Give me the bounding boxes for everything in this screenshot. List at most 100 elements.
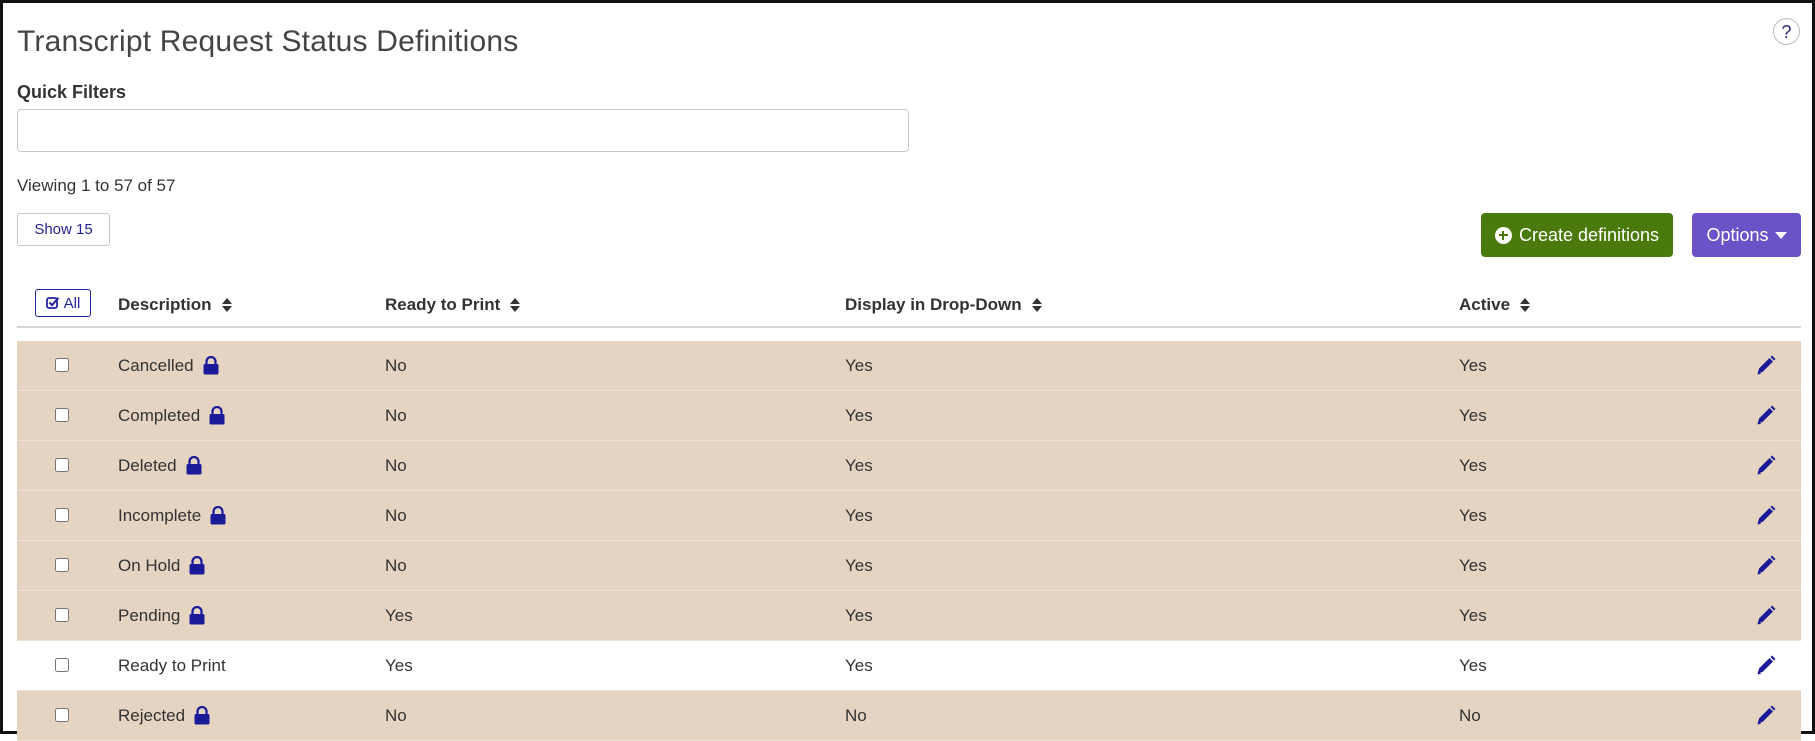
sort-icon — [1520, 297, 1531, 312]
column-header-description[interactable]: Description — [118, 283, 232, 326]
lock-icon — [185, 455, 203, 475]
quick-filters-input[interactable] — [17, 109, 909, 152]
description-text: Completed — [118, 405, 201, 425]
table-row: Pending Yes Yes Yes — [17, 591, 1801, 641]
cell-description: Pending — [118, 591, 206, 640]
cell-display-in-dropdown: Yes — [845, 405, 873, 425]
cell-active: Yes — [1459, 405, 1487, 425]
select-all-label: All — [63, 294, 81, 312]
row-checkbox[interactable] — [55, 708, 69, 722]
table-row: Deleted No Yes Yes — [17, 441, 1801, 491]
cell-active: Yes — [1459, 355, 1487, 375]
row-checkbox[interactable] — [55, 458, 69, 472]
caret-down-icon — [1774, 231, 1787, 239]
table-row: Incomplete No Yes Yes — [17, 491, 1801, 541]
options-dropdown-button[interactable]: Options — [1692, 213, 1801, 257]
cell-active: Yes — [1459, 655, 1487, 675]
lock-icon — [208, 405, 226, 425]
cell-description: On Hold — [118, 541, 206, 590]
pencil-icon[interactable] — [1755, 354, 1777, 376]
pencil-icon[interactable] — [1755, 404, 1777, 426]
cell-active: Yes — [1459, 455, 1487, 475]
cell-ready-to-print: Yes — [385, 655, 413, 675]
cell-description: Deleted — [118, 441, 203, 490]
cell-description: Rejected — [118, 691, 211, 740]
lock-icon — [188, 605, 206, 625]
pencil-icon[interactable] — [1755, 504, 1777, 526]
column-header-display-in-dropdown[interactable]: Display in Drop-Down — [845, 283, 1042, 326]
row-checkbox[interactable] — [55, 358, 69, 372]
pencil-icon[interactable] — [1755, 654, 1777, 676]
cell-display-in-dropdown: Yes — [845, 555, 873, 575]
row-checkbox[interactable] — [55, 608, 69, 622]
cell-display-in-dropdown: Yes — [845, 455, 873, 475]
help-button[interactable]: ? — [1773, 18, 1800, 45]
pencil-icon[interactable] — [1755, 454, 1777, 476]
check-square-icon — [45, 297, 59, 309]
table-row: On Hold No Yes Yes — [17, 541, 1801, 591]
select-all-button[interactable]: All — [35, 289, 91, 317]
cell-ready-to-print: No — [385, 505, 407, 525]
create-definitions-label: Create definitions — [1518, 224, 1660, 245]
sort-icon — [221, 297, 232, 312]
quick-filters-label: Quick Filters — [17, 82, 127, 102]
row-checkbox[interactable] — [55, 408, 69, 422]
lock-icon — [209, 505, 227, 525]
cell-ready-to-print: Yes — [385, 605, 413, 625]
description-text: Rejected — [118, 705, 186, 725]
cell-active: Yes — [1459, 605, 1487, 625]
cell-active: Yes — [1459, 555, 1487, 575]
lock-icon — [202, 355, 220, 375]
column-label: Active — [1459, 294, 1511, 314]
cell-display-in-dropdown: Yes — [845, 355, 873, 375]
table-row: Ready to Print Yes Yes Yes — [17, 641, 1801, 691]
cell-description: Incomplete — [118, 491, 227, 540]
description-text: Pending — [118, 605, 181, 625]
column-header-active[interactable]: Active — [1459, 283, 1531, 326]
description-text: Cancelled — [118, 355, 194, 375]
column-label: Ready to Print — [385, 294, 501, 314]
sort-icon — [1031, 297, 1042, 312]
app-frame: Transcript Request Status Definitions ? … — [0, 0, 1815, 741]
description-text: Deleted — [118, 455, 177, 475]
row-checkbox[interactable] — [55, 508, 69, 522]
cell-description: Ready to Print — [118, 641, 226, 690]
page-title: Transcript Request Status Definitions — [17, 25, 519, 58]
cell-active: No — [1459, 705, 1481, 725]
table-header: All Description Ready to Print Display i… — [17, 283, 1801, 328]
row-checkbox[interactable] — [55, 658, 69, 672]
cell-ready-to-print: No — [385, 355, 407, 375]
cell-description: Cancelled — [118, 341, 220, 390]
lock-icon — [193, 705, 211, 725]
cell-display-in-dropdown: Yes — [845, 655, 873, 675]
cell-ready-to-print: No — [385, 405, 407, 425]
row-checkbox[interactable] — [55, 558, 69, 572]
cell-display-in-dropdown: Yes — [845, 505, 873, 525]
cell-display-in-dropdown: Yes — [845, 605, 873, 625]
column-label: Display in Drop-Down — [845, 294, 1022, 314]
lock-icon — [188, 555, 206, 575]
cell-description: Completed — [118, 391, 226, 440]
column-header-ready-to-print[interactable]: Ready to Print — [385, 283, 521, 326]
description-text: Ready to Print — [118, 655, 226, 675]
cell-ready-to-print: No — [385, 555, 407, 575]
options-label: Options — [1706, 224, 1769, 245]
table-row: Cancelled No Yes Yes — [17, 341, 1801, 391]
pencil-icon[interactable] — [1755, 704, 1777, 726]
description-text: On Hold — [118, 555, 181, 575]
pencil-icon[interactable] — [1755, 554, 1777, 576]
pencil-icon[interactable] — [1755, 604, 1777, 626]
cell-ready-to-print: No — [385, 705, 407, 725]
plus-circle-icon — [1494, 226, 1512, 244]
cell-display-in-dropdown: No — [845, 705, 867, 725]
description-text: Incomplete — [118, 505, 202, 525]
sort-icon — [510, 297, 521, 312]
table-body: Cancelled No Yes Yes Completed No Yes Yes Delete… — [17, 341, 1801, 741]
table-row: Completed No Yes Yes — [17, 391, 1801, 441]
cell-active: Yes — [1459, 505, 1487, 525]
column-label: Description — [118, 294, 212, 314]
viewing-count: Viewing 1 to 57 of 57 — [17, 176, 176, 195]
cell-ready-to-print: No — [385, 455, 407, 475]
create-definitions-button[interactable]: Create definitions — [1481, 213, 1673, 257]
show-per-page-button[interactable]: Show 15 — [17, 213, 110, 246]
